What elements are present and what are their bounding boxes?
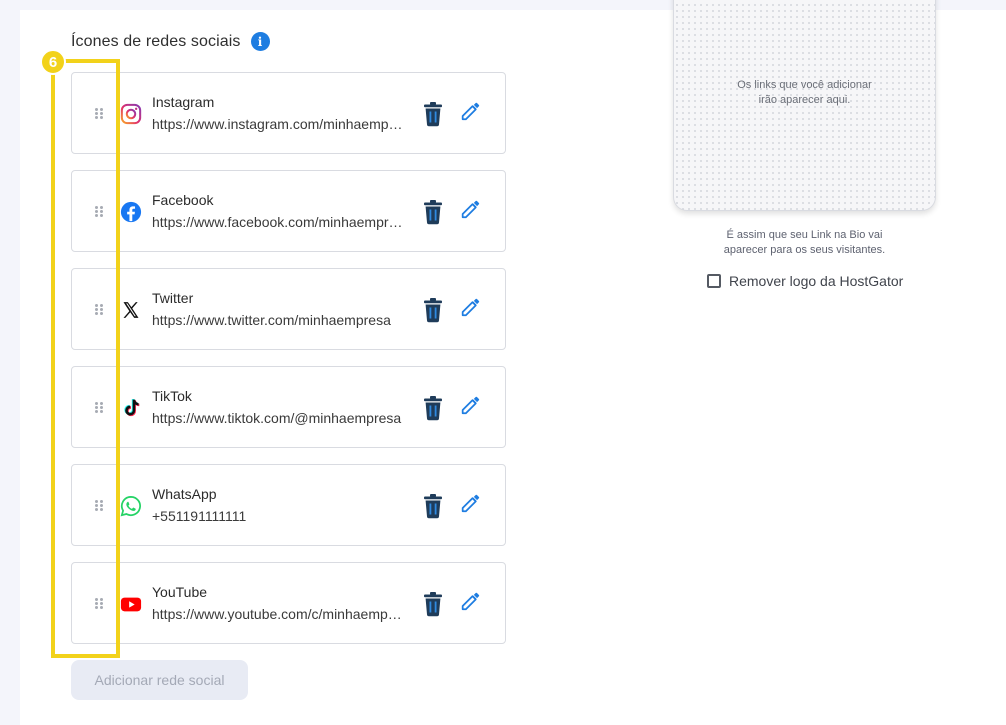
remove-logo-option[interactable]: Remover logo da HostGator <box>707 273 903 289</box>
section-header: Ícones de redes sociais i <box>71 32 270 51</box>
phone-preview: Os links que você adicionar irão aparece… <box>673 0 936 211</box>
pencil-icon[interactable] <box>459 296 481 318</box>
remove-logo-label: Remover logo da HostGator <box>729 273 904 289</box>
pencil-icon[interactable] <box>459 394 481 416</box>
pencil-icon[interactable] <box>459 100 481 122</box>
tiktok-icon <box>119 396 143 420</box>
social-item-name: YouTube <box>152 584 208 600</box>
social-item-url: https://www.instagram.com/minhaempresa <box>152 116 404 132</box>
social-item-name: Facebook <box>152 192 214 208</box>
social-item-url: https://www.youtube.com/c/minhaempresa <box>152 606 404 622</box>
social-item-twitter[interactable]: Twitter https://www.twitter.com/minhaempr… <box>71 268 506 350</box>
info-icon[interactable]: i <box>250 32 270 51</box>
preview-empty-line2: irão aparecer aqui. <box>758 94 851 106</box>
pencil-icon[interactable] <box>459 492 481 514</box>
social-item-facebook[interactable]: Facebook https://www.facebook.com/minhaem… <box>71 170 506 252</box>
trash-icon[interactable] <box>421 297 445 323</box>
social-item-url: https://www.facebook.com/minhaempresa <box>152 214 404 230</box>
drag-handle-icon[interactable] <box>95 108 105 120</box>
social-item-tiktok[interactable]: TikTok https://www.tiktok.com/@minhaempre… <box>71 366 506 448</box>
social-item-name: TikTok <box>152 388 192 404</box>
preview-empty-line1: Os links que você adicionar <box>737 79 872 91</box>
youtube-icon <box>119 592 143 616</box>
social-item-instagram[interactable]: Instagram https://www.instagram.com/minha… <box>71 72 506 154</box>
trash-icon[interactable] <box>421 591 445 617</box>
pencil-icon[interactable] <box>459 590 481 612</box>
social-item-url: https://www.twitter.com/minhaempresa <box>152 312 391 328</box>
trash-icon[interactable] <box>421 199 445 225</box>
social-item-url: +551191111111 <box>152 508 247 524</box>
drag-handle-icon[interactable] <box>95 304 105 316</box>
add-social-button[interactable]: Adicionar rede social <box>71 660 248 700</box>
preview-caption: É assim que seu Link na Bio vai aparecer… <box>673 228 936 258</box>
social-item-url: https://www.tiktok.com/@minhaempresa <box>152 410 402 426</box>
x-twitter-icon <box>119 298 143 322</box>
preview-caption-line1: É assim que seu Link na Bio vai <box>726 229 883 241</box>
social-item-youtube[interactable]: YouTube https://www.youtube.com/c/minhaem… <box>71 562 506 644</box>
whatsapp-icon <box>119 494 143 518</box>
social-item-name: Instagram <box>152 94 215 110</box>
social-item-whatsapp[interactable]: WhatsApp +551191111111 <box>71 464 506 546</box>
pencil-icon[interactable] <box>459 198 481 220</box>
step-badge: 6 <box>40 49 66 75</box>
social-item-name: Twitter <box>152 290 194 306</box>
preview-caption-line2: aparecer para os seus visitantes. <box>723 244 886 256</box>
drag-handle-icon[interactable] <box>95 206 105 218</box>
section-title: Ícones de redes sociais <box>71 32 241 50</box>
drag-handle-icon[interactable] <box>95 402 105 414</box>
trash-icon[interactable] <box>421 395 445 421</box>
preview-empty-text: Os links que você adicionar irão aparece… <box>674 78 935 108</box>
instagram-icon <box>119 102 143 126</box>
facebook-icon <box>119 200 143 224</box>
drag-handle-icon[interactable] <box>95 598 105 610</box>
social-item-name: WhatsApp <box>152 486 217 502</box>
remove-logo-checkbox[interactable] <box>707 274 721 288</box>
trash-icon[interactable] <box>421 101 445 127</box>
drag-handle-icon[interactable] <box>95 500 105 512</box>
trash-icon[interactable] <box>421 493 445 519</box>
